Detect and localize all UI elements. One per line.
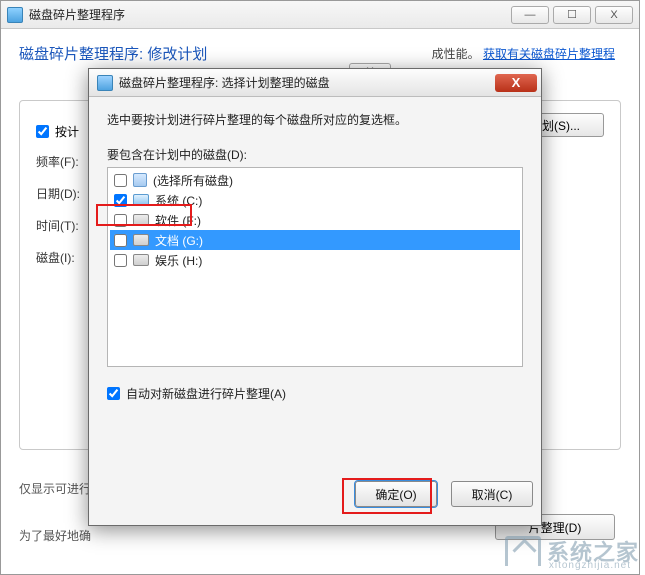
disk-icon [133, 234, 149, 246]
dialog-footer: 确定(O) 取消(C) [89, 479, 541, 525]
disk-row-g[interactable]: 文档 (G:) [110, 230, 520, 250]
defrag-icon [97, 75, 113, 91]
disk-check-all[interactable] [114, 174, 127, 187]
multi-disk-icon [133, 173, 147, 187]
disk-label-g: 文档 (G:) [155, 232, 203, 249]
schedule-check-label: 按计 [55, 123, 79, 140]
disk-check-h[interactable] [114, 254, 127, 267]
disk-icon [133, 214, 149, 226]
disk-label: 磁盘(I): [36, 249, 96, 266]
disk-row-f[interactable]: 软件 (F:) [110, 210, 520, 230]
frequency-label: 频率(F): [36, 153, 96, 170]
disk-label-h: 娱乐 (H:) [155, 252, 202, 269]
perf-plain: 成性能。 [432, 47, 480, 61]
perf-link[interactable]: 获取有关磁盘碎片整理程 [483, 47, 615, 61]
disks-list-label: 要包含在计划中的磁盘(D): [107, 146, 523, 163]
titlebar: 磁盘碎片整理程序 — ☐ X [1, 1, 639, 29]
disk-check-f[interactable] [114, 214, 127, 227]
dialog-titlebar: 磁盘碎片整理程序: 选择计划整理的磁盘 X [89, 69, 541, 97]
minimize-button[interactable]: — [511, 6, 549, 24]
cancel-button[interactable]: 取消(C) [451, 481, 533, 507]
disk-row-c[interactable]: 系统 (C:) [110, 190, 520, 210]
watermark: 系统之家 xitongzhijia.net [505, 535, 639, 567]
time-label: 时间(T): [36, 217, 96, 234]
system-disk-icon [133, 194, 149, 206]
auto-defrag-label: 自动对新磁盘进行碎片整理(A) [126, 385, 286, 402]
ok-button[interactable]: 确定(O) [355, 481, 437, 507]
disk-row-h[interactable]: 娱乐 (H:) [110, 250, 520, 270]
maximize-button[interactable]: ☐ [553, 6, 591, 24]
disk-icon [133, 254, 149, 266]
schedule-checkbox[interactable] [36, 125, 49, 138]
disks-listbox[interactable]: (选择所有磁盘) 系统 (C:) 软件 (F:) 文档 (G:) 娱乐 (H:) [107, 167, 523, 367]
date-label: 日期(D): [36, 185, 96, 202]
window-controls: — ☐ X [511, 6, 633, 24]
watermark-subtext: xitongzhijia.net [549, 560, 631, 571]
performance-text: 成性能。 获取有关磁盘碎片整理程 [432, 45, 615, 62]
instruction-text: 选中要按计划进行碎片整理的每个磁盘所对应的复选框。 [107, 111, 523, 128]
disk-check-c[interactable] [114, 194, 127, 207]
disk-label-c: 系统 (C:) [155, 192, 202, 209]
watermark-logo-icon [505, 536, 541, 566]
defrag-icon [7, 7, 23, 23]
auto-defrag-row: 自动对新磁盘进行碎片整理(A) [107, 385, 523, 402]
dialog-body: 选中要按计划进行碎片整理的每个磁盘所对应的复选框。 要包含在计划中的磁盘(D):… [89, 97, 541, 479]
auto-defrag-checkbox[interactable] [107, 387, 120, 400]
close-button[interactable]: X [595, 6, 633, 24]
disk-label-f: 软件 (F:) [155, 212, 201, 229]
disk-row-all[interactable]: (选择所有磁盘) [110, 170, 520, 190]
disk-check-g[interactable] [114, 234, 127, 247]
dialog-title: 磁盘碎片整理程序: 选择计划整理的磁盘 [119, 74, 495, 91]
select-disks-dialog: 磁盘碎片整理程序: 选择计划整理的磁盘 X 选中要按计划进行碎片整理的每个磁盘所… [88, 68, 542, 526]
disk-label-all: (选择所有磁盘) [153, 172, 233, 189]
dialog-close-button[interactable]: X [495, 74, 537, 92]
window-title: 磁盘碎片整理程序 [29, 6, 511, 23]
